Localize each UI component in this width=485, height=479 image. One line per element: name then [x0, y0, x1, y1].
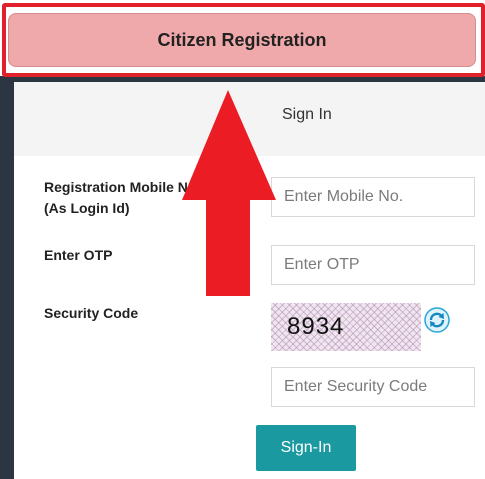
tab-sign-in[interactable]: Sign In [282, 106, 332, 124]
security-code-input[interactable] [271, 367, 475, 407]
captcha-image: 8934 [271, 303, 421, 351]
security-code-label: Security Code [44, 305, 139, 321]
mobile-label-line1: Registration Mobile No. [44, 179, 201, 195]
arrow-up-icon [182, 90, 276, 296]
otp-label: Enter OTP [44, 247, 113, 263]
refresh-icon[interactable] [424, 307, 450, 333]
mobile-label-line2: (As Login Id) [44, 200, 130, 216]
citizen-registration-button[interactable]: Citizen Registration [8, 13, 476, 67]
sign-in-button[interactable]: Sign-In [256, 425, 356, 471]
mobile-label: Registration Mobile No. (As Login Id) [44, 177, 200, 219]
otp-input[interactable] [271, 245, 475, 285]
captcha-text: 8934 [287, 313, 345, 340]
mobile-number-input[interactable] [271, 177, 475, 217]
